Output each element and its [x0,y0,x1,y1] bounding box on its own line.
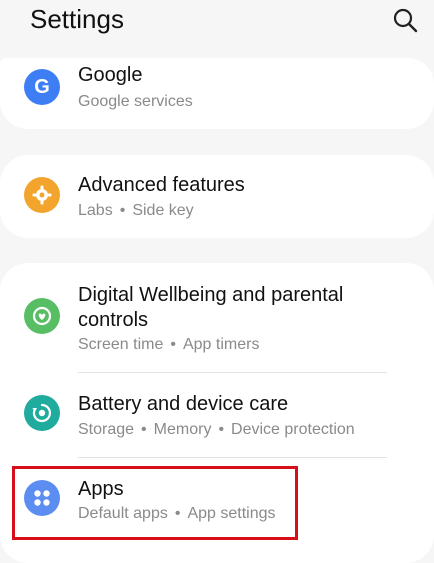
item-title: Advanced features [78,174,245,196]
item-title-line-2: controls [78,309,149,331]
item-title: Battery and device care [78,393,289,415]
item-subtitle: Storage • Memory • Device protection [78,421,355,438]
settings-item-digital-wellbeing[interactable]: Digital Wellbeing and parental controls … [0,263,434,373]
wellbeing-icon [24,298,60,334]
item-title: Google [78,64,143,86]
google-g-icon: G [24,69,60,105]
settings-item-advanced-features[interactable]: Advanced features Labs • Side key [0,155,434,238]
item-subtitle: Labs • Side key [78,202,194,219]
header: Settings [0,0,434,46]
item-subtitle: Screen time • App timers [78,336,260,353]
settings-item-battery-device-care[interactable]: Battery and device care Storage • Memory • D… [0,373,434,457]
device-care-icon [24,395,60,431]
gear-icon [24,177,60,213]
apps-highlight-box [12,466,298,540]
settings-item-google[interactable]: G Google Google services [0,58,434,129]
search-icon[interactable] [392,7,418,33]
item-subtitle: Google services [78,93,193,110]
item-title-line-1: Digital Wellbeing and parental [78,284,344,306]
page-title: Settings [30,4,124,34]
